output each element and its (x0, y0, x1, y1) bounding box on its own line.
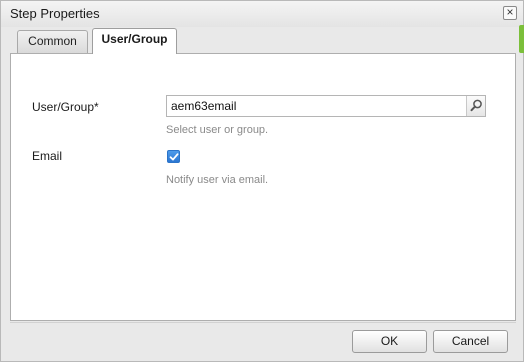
user-group-hint: Select user or group. (166, 124, 269, 136)
ok-button[interactable]: OK (352, 330, 427, 353)
user-group-label: User/Group* (32, 100, 99, 114)
tab-common[interactable]: Common (17, 30, 88, 53)
checkmark-icon (169, 153, 179, 161)
cancel-button[interactable]: Cancel (433, 330, 508, 353)
close-icon[interactable]: × (503, 6, 517, 20)
tab-content-user-group: User/Group* Select user or group. Email … (10, 53, 516, 321)
email-label: Email (32, 149, 63, 163)
email-checkbox[interactable] (167, 150, 180, 163)
email-hint: Notify user via email. (166, 174, 269, 186)
user-group-label-text: User/Group (32, 100, 95, 114)
tab-panel: Common User/Group User/Group* Select use… (10, 27, 516, 322)
footer-divider (10, 322, 516, 323)
dialog-title: Step Properties (10, 6, 100, 21)
required-mark: * (94, 100, 99, 114)
step-properties-dialog: Step Properties × Common User/Group User… (0, 0, 524, 362)
user-group-search-button[interactable] (466, 96, 485, 116)
tab-user-group[interactable]: User/Group (92, 28, 177, 54)
dialog-titlebar[interactable]: Step Properties × (1, 1, 523, 27)
user-group-input[interactable] (167, 96, 465, 116)
side-panel-handle[interactable] (519, 25, 524, 53)
user-group-field (166, 95, 486, 117)
tab-strip: Common User/Group (10, 27, 516, 54)
search-icon (470, 99, 482, 112)
